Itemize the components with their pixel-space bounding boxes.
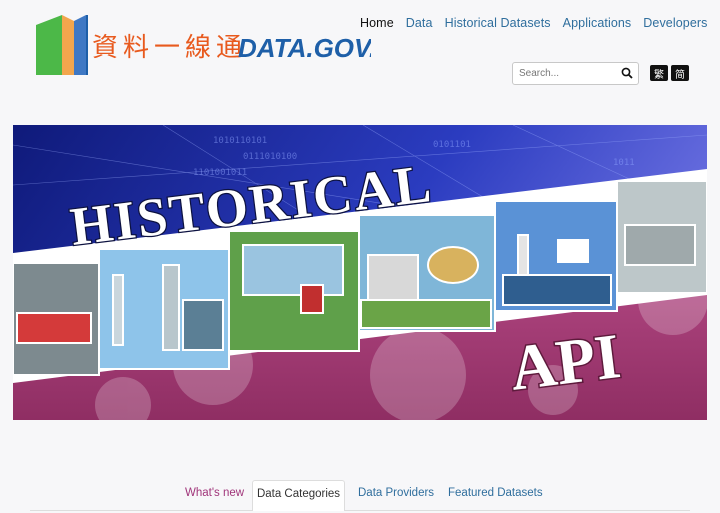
tab-data-categories[interactable]: Data Categories — [252, 480, 345, 511]
banner-graphic: 1010110101 0111010100 1101001011 0101101… — [13, 125, 707, 420]
nav-developers[interactable]: Developers — [643, 16, 707, 30]
logo-graphic: 資料一線通 DATA.GOV.HK — [36, 15, 371, 75]
lang-simplified-button[interactable]: 简 — [671, 65, 689, 81]
main-nav: Home Data Historical Datasets Applicatio… — [360, 16, 708, 30]
site-logo[interactable]: 資料一線通 DATA.GOV.HK — [36, 13, 371, 77]
svg-text:0101101: 0101101 — [433, 140, 471, 150]
search-input[interactable] — [513, 63, 613, 84]
nav-historical-datasets[interactable]: Historical Datasets — [445, 16, 551, 30]
logo-chinese-text: 資料一線通 — [92, 33, 247, 63]
svg-text:1011: 1011 — [613, 158, 635, 168]
lang-traditional-button[interactable]: 繁 — [650, 65, 668, 81]
logo-english-text: DATA.GOV.HK — [238, 33, 371, 63]
svg-text:1010110101: 1010110101 — [213, 136, 267, 146]
banner-subtitle: API — [506, 320, 624, 404]
nav-data[interactable]: Data — [406, 16, 433, 30]
content-tabs: What's new Data Categories Data Provider… — [0, 480, 720, 513]
nav-applications[interactable]: Applications — [563, 16, 632, 30]
hero-banner[interactable]: 1010110101 0111010100 1101001011 0101101… — [13, 125, 707, 420]
tab-data-providers[interactable]: Data Providers — [358, 487, 434, 499]
tab-featured-datasets[interactable]: Featured Datasets — [448, 487, 543, 499]
nav-home[interactable]: Home — [360, 16, 394, 30]
svg-text:0111010100: 0111010100 — [243, 152, 297, 162]
tabs-divider — [30, 510, 690, 511]
search-box — [512, 62, 639, 85]
tab-whats-new[interactable]: What's new — [185, 487, 244, 499]
search-icon[interactable] — [621, 67, 633, 79]
site-header: 資料一線通 DATA.GOV.HK Home Data Historical D… — [0, 0, 720, 120]
